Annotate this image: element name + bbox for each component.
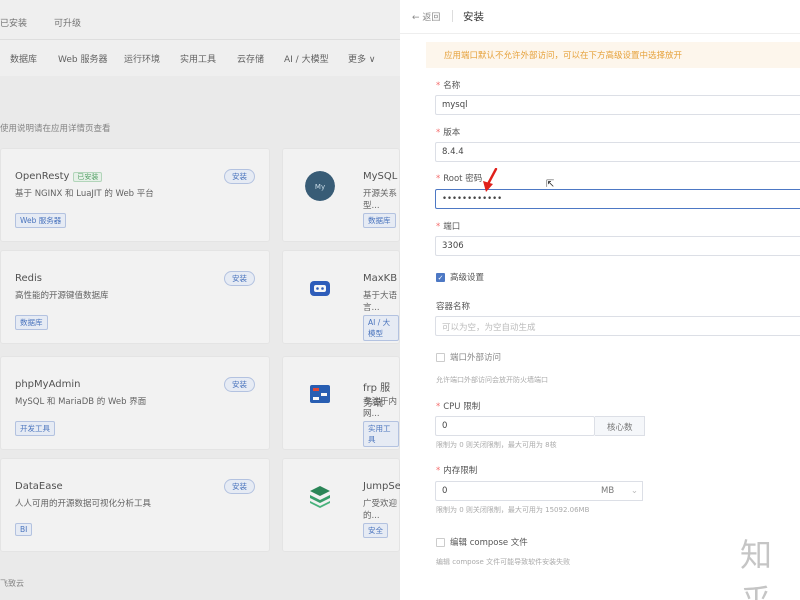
root-password-label: * Root 密码: [436, 174, 483, 184]
port-warning-alert: 应用端口默认不允许外部访问，可以在下方高级设置中选择放开: [426, 42, 800, 68]
drawer-title: 安装: [463, 11, 484, 23]
container-name-input[interactable]: 可以为空，为空自动生成: [435, 316, 800, 336]
cpu-limit-label: * CPU 限制: [436, 402, 481, 412]
version-label: * 版本: [436, 128, 461, 138]
divider: [452, 10, 453, 22]
name-input[interactable]: mysql: [435, 95, 800, 115]
cpu-limit-help: 限制为 0 则关闭限制，最大可用为 8核: [436, 441, 557, 449]
annotation-arrow-icon: [483, 168, 498, 192]
drawer-header: ← 返回 安装: [400, 0, 800, 34]
container-name-label: 容器名称: [436, 302, 471, 312]
port-label: * 端口: [436, 222, 461, 232]
port-input[interactable]: 3306: [435, 236, 800, 256]
mouse-cursor-icon: ⇱: [546, 179, 555, 190]
arrow-left-icon: ←: [412, 13, 420, 23]
modal-overlay[interactable]: [0, 0, 400, 600]
cpu-limit-input[interactable]: 0: [435, 416, 595, 436]
external-access-help: 允许端口外部访问会放开防火墙端口: [436, 376, 548, 384]
name-label: * 名称: [436, 81, 461, 91]
memory-limit-input[interactable]: 0: [435, 481, 595, 501]
edit-compose-label: 编辑 compose 文件: [450, 538, 528, 548]
chevron-down-icon: ⌄: [630, 486, 638, 496]
back-button[interactable]: ← 返回: [412, 10, 440, 23]
memory-limit-help: 限制为 0 则关闭限制，最大可用为 15092.06MB: [436, 506, 590, 514]
version-select[interactable]: 8.4.4: [435, 142, 800, 162]
memory-unit-select[interactable]: MB ⌄: [593, 481, 643, 501]
edit-compose-help: 编辑 compose 文件可能导致软件安装失败: [436, 558, 571, 566]
install-drawer: ← 返回 安装 应用端口默认不允许外部访问，可以在下方高级设置中选择放开 * 名称…: [400, 0, 800, 600]
zhihu-watermark: 知乎: [740, 536, 773, 600]
external-access-label: 端口外部访问: [450, 353, 502, 363]
memory-limit-label: * 内存限制: [436, 466, 478, 476]
edit-compose-checkbox[interactable]: [436, 538, 445, 547]
cpu-unit: 核心数: [595, 416, 645, 436]
external-access-checkbox[interactable]: [436, 353, 445, 362]
advanced-settings-checkbox[interactable]: ✓: [436, 273, 445, 282]
advanced-settings-label: 高级设置: [450, 273, 485, 283]
